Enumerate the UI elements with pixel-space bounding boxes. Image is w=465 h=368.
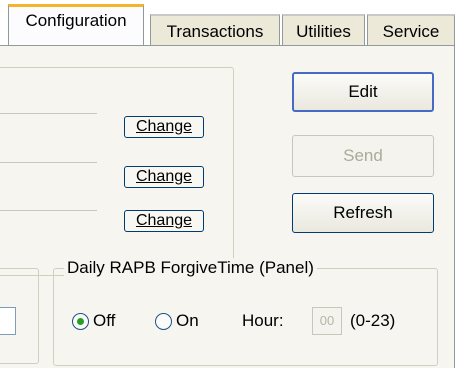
hour-input[interactable]: 00 [312, 307, 342, 335]
left-groupbox [0, 268, 39, 364]
rapb-groupbox-title: Daily RAPB ForgiveTime (Panel) [64, 258, 317, 278]
tab-service[interactable]: Service [367, 14, 455, 46]
hour-label: Hour: [242, 311, 284, 330]
configuration-panel: Change Change Change Edit Send Refresh D… [0, 45, 455, 368]
settings-groupbox: Change Change Change [0, 67, 234, 276]
change-button-1[interactable]: Change [124, 116, 204, 138]
change-button-3[interactable]: Change [124, 210, 204, 232]
hour-range-label: (0-23) [350, 311, 396, 330]
field-separator [0, 113, 97, 114]
refresh-button[interactable]: Refresh [292, 193, 434, 233]
change-button-2[interactable]: Change [124, 166, 204, 188]
on-radio-label[interactable]: On [176, 311, 199, 331]
tab-transactions[interactable]: Transactions [150, 14, 280, 46]
off-radio[interactable] [72, 313, 89, 330]
rapb-groupbox: Daily RAPB ForgiveTime (Panel) Off On Ho… [53, 258, 438, 366]
tab-utilities[interactable]: Utilities [282, 14, 365, 46]
left-input-field[interactable] [0, 307, 16, 335]
field-separator [0, 162, 97, 163]
send-button[interactable]: Send [292, 135, 434, 177]
field-separator [0, 210, 97, 211]
radio-selected-dot [77, 318, 84, 325]
off-radio-label[interactable]: Off [93, 311, 115, 331]
edit-button[interactable]: Edit [292, 72, 434, 112]
on-radio[interactable] [155, 313, 172, 330]
tab-configuration[interactable]: Configuration [8, 4, 144, 45]
